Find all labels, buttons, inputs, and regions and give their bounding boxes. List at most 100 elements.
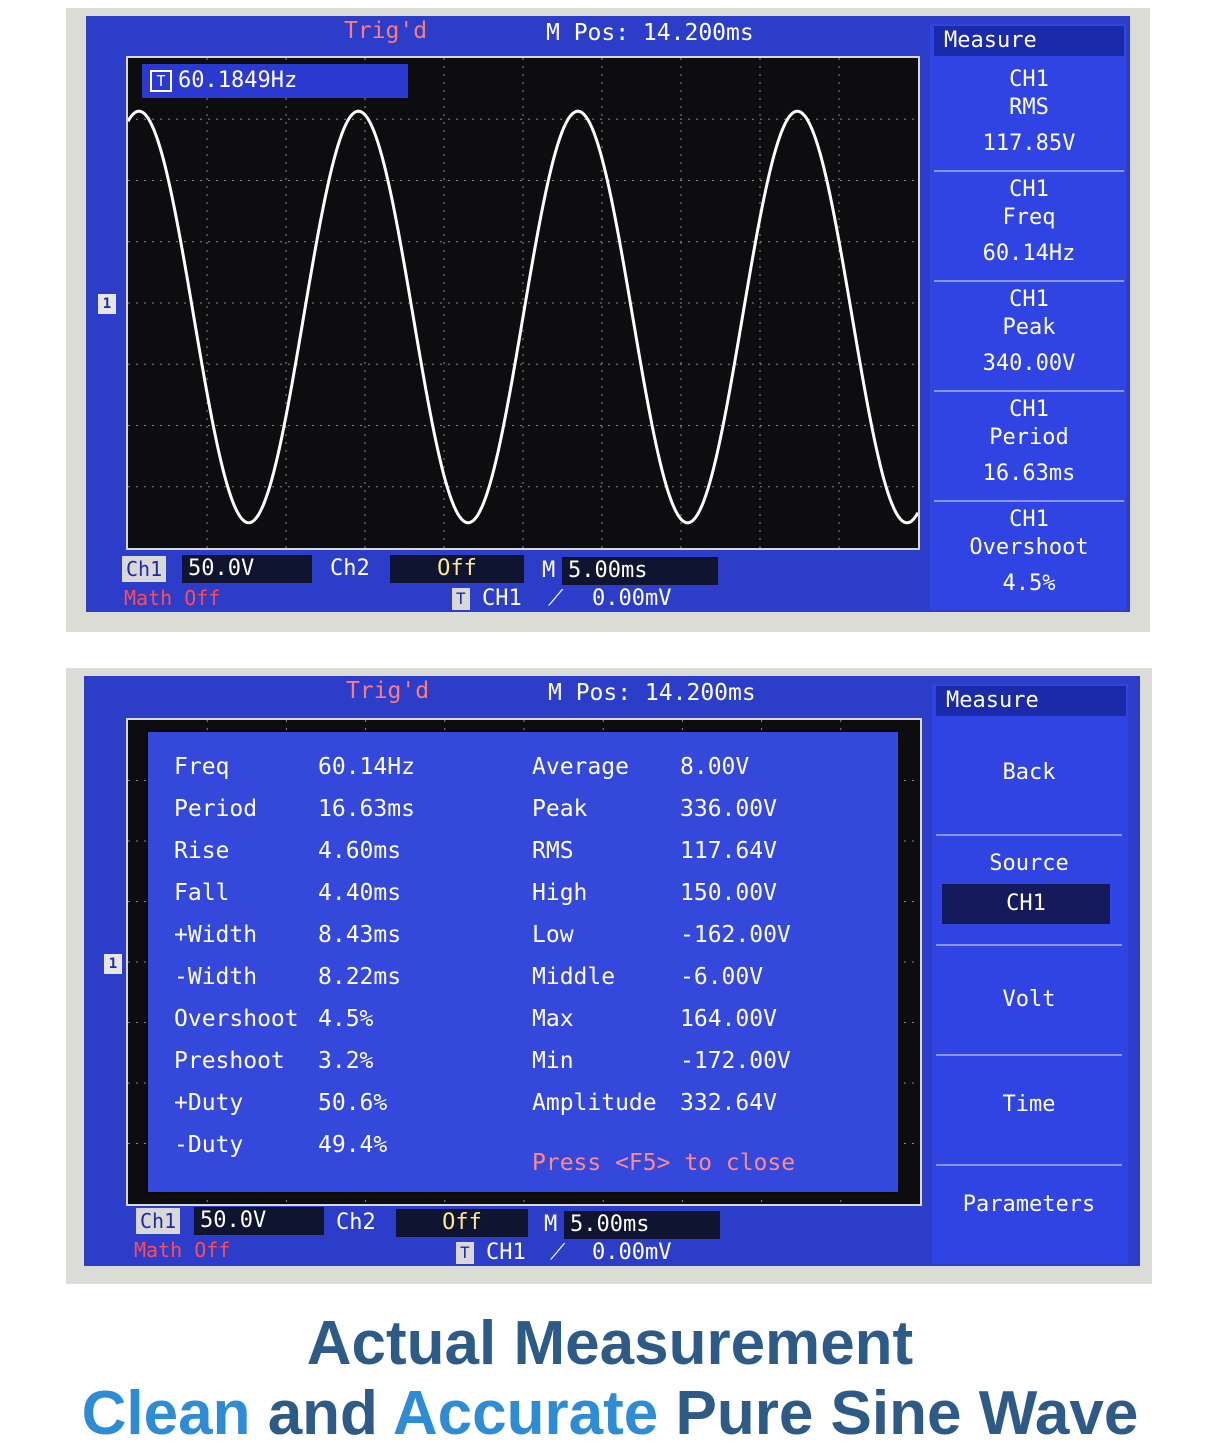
time-label: Time: [1002, 1092, 1056, 1117]
param-value: 4.5%: [318, 1006, 374, 1032]
param-name: Peak: [532, 796, 588, 822]
timebase-label: M: [544, 1212, 558, 1237]
param-name: Min: [532, 1048, 574, 1074]
source-label: Source: [989, 851, 1069, 876]
oscilloscope-screen-bottom: Trig'd M Pos: 14.200ms 1 Freq 60.14Hz Peri…: [84, 676, 1140, 1266]
cell-name: Freq: [1002, 205, 1056, 230]
param-value: 60.14Hz: [318, 754, 415, 780]
oscilloscope-screen-top: Trig'd M Pos: 14.200ms T 60.1849Hz 1 Meas…: [86, 16, 1130, 612]
measure-all-panel: Freq 60.14Hz Period 16.63ms Rise 4.60ms Fall 4.…: [146, 730, 900, 1194]
param-name: Overshoot: [174, 1006, 299, 1032]
trigger-level: 0.00mV: [592, 1240, 672, 1265]
param-value: -172.00V: [680, 1048, 791, 1074]
param-value: 8.43ms: [318, 922, 402, 948]
param-value: 16.63ms: [318, 796, 415, 822]
param-name: +Duty: [174, 1090, 244, 1116]
parameters-button[interactable]: Parameters: [936, 1170, 1122, 1260]
measure-title: Measure: [934, 26, 1124, 56]
ch2-tag[interactable]: Ch2: [330, 556, 370, 581]
rising-edge-icon: ⟋: [550, 1240, 566, 1265]
trigger-source-icon: T: [452, 588, 470, 610]
param-value: -162.00V: [680, 922, 791, 948]
ch1-sine-trace: [128, 109, 918, 525]
param-value: 3.2%: [318, 1048, 374, 1074]
waveform-display: [126, 56, 920, 550]
param-name: Max: [532, 1006, 574, 1032]
param-value: 150.00V: [680, 880, 777, 906]
trigger-level: 0.00mV: [592, 586, 672, 611]
ch1-tag[interactable]: Ch1: [136, 1208, 181, 1234]
m-position: M Pos: 14.200ms: [548, 680, 756, 706]
param-name: Freq: [174, 754, 230, 780]
rising-edge-icon: ⟋: [548, 586, 564, 611]
ch2-status[interactable]: Off: [396, 1209, 528, 1237]
measure-title: Measure: [936, 686, 1126, 716]
trigger-source-icon: T: [456, 1242, 474, 1264]
cell-value: 16.63ms: [982, 461, 1076, 486]
cell-value: 60.14Hz: [982, 241, 1076, 266]
param-name: High: [532, 880, 588, 906]
caption-clean: Clean: [81, 1379, 251, 1448]
param-name: Fall: [174, 880, 230, 906]
param-value: -6.00V: [680, 964, 764, 990]
m-position: M Pos: 14.200ms: [546, 20, 754, 46]
measure-cell-period[interactable]: CH1 Period 16.63ms: [934, 396, 1124, 502]
param-name: -Duty: [174, 1132, 244, 1158]
timebase-label: M: [542, 558, 556, 583]
measure-menu-panel: Measure Back Source CH1 Volt Time Parame…: [932, 684, 1128, 1264]
timebase-value[interactable]: 5.00ms: [564, 1211, 720, 1239]
cell-channel: CH1: [1009, 67, 1049, 92]
volt-label: Volt: [1002, 987, 1056, 1012]
param-name: Preshoot: [174, 1048, 285, 1074]
math-status: Math Off: [124, 586, 221, 610]
ch2-tag[interactable]: Ch2: [336, 1210, 376, 1235]
trigger-icon: T: [150, 70, 172, 92]
waveform-grid: [128, 58, 918, 548]
cell-name: Peak: [1002, 315, 1056, 340]
measure-cell-peak[interactable]: CH1 Peak 340.00V: [934, 286, 1124, 392]
measure-cell-overshoot[interactable]: CH1 Overshoot 4.5%: [934, 506, 1124, 606]
cell-channel: CH1: [1009, 287, 1049, 312]
param-value: 332.64V: [680, 1090, 777, 1116]
channel1-ground-marker: 1: [104, 954, 122, 974]
cell-name: Period: [989, 425, 1069, 450]
caption-and: and: [267, 1379, 378, 1448]
measure-cell-rms[interactable]: CH1 RMS 117.85V: [934, 66, 1124, 172]
param-value: 117.64V: [680, 838, 777, 864]
source-value[interactable]: CH1: [942, 884, 1110, 924]
param-name: Rise: [174, 838, 230, 864]
math-status: Math Off: [134, 1238, 231, 1262]
frequency-readout: 60.1849Hz: [178, 68, 298, 93]
cell-value: 117.85V: [982, 131, 1076, 156]
volt-button[interactable]: Volt: [936, 950, 1122, 1056]
timebase-value[interactable]: 5.00ms: [562, 557, 718, 585]
cell-value: 4.5%: [1002, 571, 1056, 596]
trigger-source: CH1: [486, 1240, 526, 1265]
cell-value: 340.00V: [982, 351, 1076, 376]
ch1-tag[interactable]: Ch1: [122, 556, 167, 582]
param-value: 164.00V: [680, 1006, 777, 1032]
caption-line-1: Actual Measurement: [0, 1308, 1220, 1379]
param-value: 4.40ms: [318, 880, 402, 906]
param-name: Low: [532, 922, 574, 948]
ch1-volts-div[interactable]: 50.0V: [182, 555, 312, 583]
param-name: Middle: [532, 964, 616, 990]
parameters-label: Parameters: [962, 1192, 1096, 1217]
trigger-status: Trig'd: [344, 18, 428, 44]
cell-name: RMS: [1009, 95, 1049, 120]
param-name: Amplitude: [532, 1090, 657, 1116]
back-button[interactable]: Back: [936, 728, 1122, 836]
param-name: RMS: [532, 838, 574, 864]
channel1-ground-marker: 1: [98, 294, 116, 314]
param-name: -Width: [174, 964, 258, 990]
ch1-volts-div[interactable]: 50.0V: [194, 1207, 324, 1235]
trigger-source: CH1: [482, 586, 522, 611]
measure-cell-freq[interactable]: CH1 Freq 60.14Hz: [934, 176, 1124, 282]
ch2-status[interactable]: Off: [390, 555, 524, 583]
param-value: 8.22ms: [318, 964, 402, 990]
press-f5-note: Press <F5> to close: [532, 1150, 796, 1176]
caption-pure-sine: Pure Sine Wave: [675, 1379, 1139, 1448]
param-name: Average: [532, 754, 629, 780]
time-button[interactable]: Time: [936, 1060, 1122, 1166]
caption-accurate: Accurate: [392, 1379, 659, 1448]
